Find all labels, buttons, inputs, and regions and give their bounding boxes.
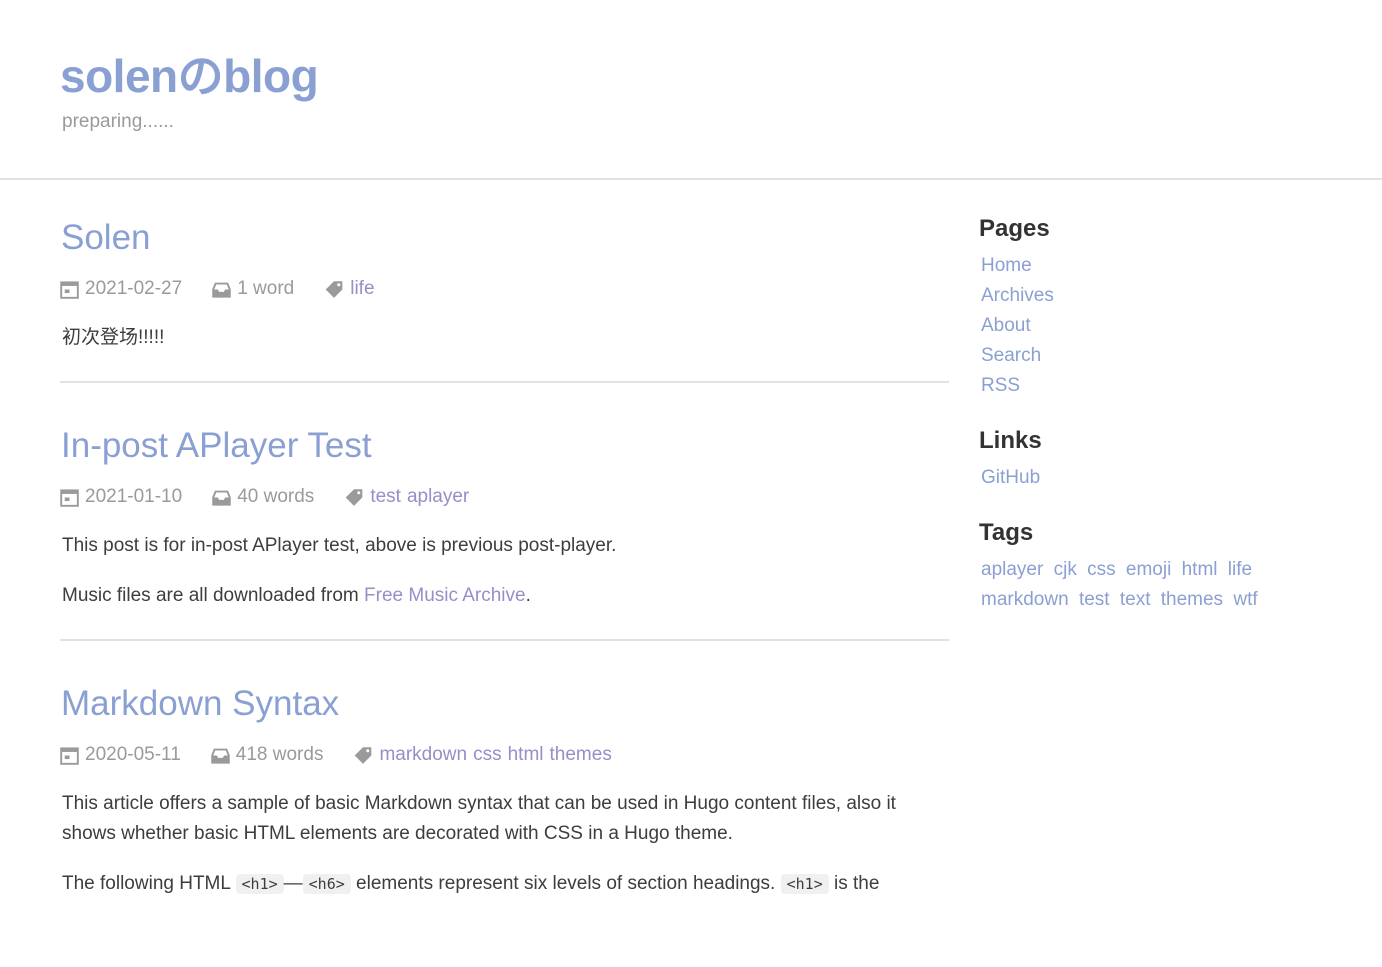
post-wordcount-text: 418 words [235, 744, 324, 765]
post-date: 2021-01-10 [60, 486, 182, 508]
excerpt-text-prefix: Music files are all downloaded from [62, 585, 365, 606]
inline-code: <h6> [302, 874, 351, 894]
tag-cloud-link[interactable]: emoji [1126, 559, 1171, 580]
tag-cloud-link[interactable]: test [1079, 589, 1110, 610]
post-date-text: 2021-01-10 [85, 486, 183, 507]
sidebar-tags: Tags aplayer cjk css emoji html life mar… [979, 517, 1319, 615]
post-excerpt: 初次登场!!!!! [60, 323, 949, 353]
post-date-text: 2020-05-11 [85, 744, 181, 765]
inbox-icon [212, 282, 231, 298]
post-excerpt-text: This post is for in-post APlayer test, a… [62, 535, 617, 556]
post-wordcount-text: 40 words [237, 486, 315, 507]
post-excerpt-text: The following HTML <h1> — <h6> elements re… [62, 869, 949, 899]
calendar-icon [60, 280, 79, 299]
tag-icon [346, 488, 363, 506]
sidebar-links: Links GitHub [979, 425, 1319, 493]
sidebar-heading: Links [979, 427, 1042, 454]
sidebar-link-github[interactable]: GitHub [981, 463, 1319, 493]
sidebar-link-home[interactable]: Home [981, 251, 1319, 281]
post-date-text: 2021-02-27 [85, 278, 183, 299]
post-date: 2020-05-11 [60, 744, 181, 766]
post-title[interactable]: In-post APlayer Test [61, 423, 372, 469]
post-wordcount: 418 words [211, 744, 324, 766]
tag-cloud-link[interactable]: css [1087, 559, 1116, 580]
post-item: Solen 2021-02-27 1 word life 初次登场!!!!! [60, 215, 949, 383]
inline-code: <h1> [780, 874, 829, 894]
tag-cloud-link[interactable]: html [1182, 559, 1218, 580]
post-item: In-post APlayer Test 2021-01-10 40 words… [60, 423, 949, 641]
post-wordcount: 1 word [212, 278, 294, 300]
tag-cloud-link[interactable]: markdown [981, 589, 1069, 610]
post-tags: life [324, 278, 380, 300]
post-excerpt: This article offers a sample of basic Ma… [60, 789, 949, 899]
post-tag-link[interactable]: themes [550, 744, 612, 766]
sidebar-heading: Pages [979, 215, 1050, 242]
site-header: solenのblog preparing...... [0, 0, 1382, 180]
tag-icon [355, 746, 372, 764]
free-music-archive-link[interactable]: Free Music Archive [364, 585, 526, 606]
post-tag-link[interactable]: markdown [379, 744, 467, 766]
post-excerpt: This post is for in-post APlayer test, a… [60, 531, 949, 611]
post-wordcount: 40 words [212, 486, 314, 508]
calendar-icon [60, 746, 79, 765]
post-date: 2021-02-27 [60, 278, 182, 300]
post-tag-link[interactable]: test [370, 486, 401, 508]
post-tag-link[interactable]: aplayer [407, 486, 469, 508]
site-title[interactable]: solenのblog [60, 40, 319, 106]
post-tag-link[interactable]: css [473, 744, 502, 766]
post-excerpt-text: This article offers a sample of basic Ma… [62, 793, 896, 844]
calendar-icon [60, 488, 79, 507]
post-list: Solen 2021-02-27 1 word life 初次登场!!!!! I… [60, 215, 949, 967]
tag-cloud-link[interactable]: themes [1161, 589, 1223, 610]
post-title[interactable]: Solen [61, 215, 151, 261]
sidebar-pages: Pages Home Archives About Search RSS [979, 213, 1319, 401]
sidebar-link-rss[interactable]: RSS [981, 371, 1319, 401]
inline-code: <h1> [235, 874, 284, 894]
sidebar-link-about[interactable]: About [981, 311, 1319, 341]
post-meta: 2021-02-27 1 word life [60, 273, 949, 305]
excerpt-text-suffix: . [525, 585, 531, 606]
post-tag-link[interactable]: html [508, 744, 544, 766]
post-excerpt-text: Music files are all downloaded from Free… [62, 581, 949, 611]
post-tags: test aplayer [344, 486, 475, 508]
inbox-icon [211, 748, 230, 764]
tag-cloud-link[interactable]: wtf [1233, 589, 1257, 610]
sidebar-link-search[interactable]: Search [981, 341, 1319, 371]
site-subtitle: preparing...... [62, 111, 174, 132]
tag-icon [325, 280, 343, 298]
post-meta: 2020-05-11 418 words markdown css html t… [60, 739, 949, 771]
post-excerpt-text: 初次登场!!!!! [62, 327, 165, 348]
inbox-icon [212, 490, 231, 506]
sidebar-heading: Tags [979, 519, 1034, 546]
tag-cloud-link[interactable]: life [1228, 559, 1252, 580]
excerpt-text: — [283, 873, 303, 894]
tag-cloud-link[interactable]: text [1120, 589, 1151, 610]
sidebar: Pages Home Archives About Search RSS Lin… [979, 213, 1319, 639]
post-tags: markdown css html themes [353, 744, 617, 766]
excerpt-text: The following HTML [62, 873, 236, 894]
post-tag-link[interactable]: life [350, 278, 374, 300]
tag-cloud: aplayer cjk css emoji html life markdown… [981, 555, 1281, 615]
tag-cloud-link[interactable]: aplayer [981, 559, 1043, 580]
post-meta: 2021-01-10 40 words test aplayer [60, 481, 949, 513]
excerpt-text: elements represent six levels of section… [350, 873, 781, 894]
post-wordcount-text: 1 word [237, 278, 295, 299]
excerpt-text: is the [828, 873, 880, 894]
sidebar-link-archives[interactable]: Archives [981, 281, 1319, 311]
tag-cloud-link[interactable]: cjk [1054, 559, 1077, 580]
post-title[interactable]: Markdown Syntax [61, 681, 339, 727]
post-item: Markdown Syntax 2020-05-11 418 words mar… [60, 681, 949, 927]
